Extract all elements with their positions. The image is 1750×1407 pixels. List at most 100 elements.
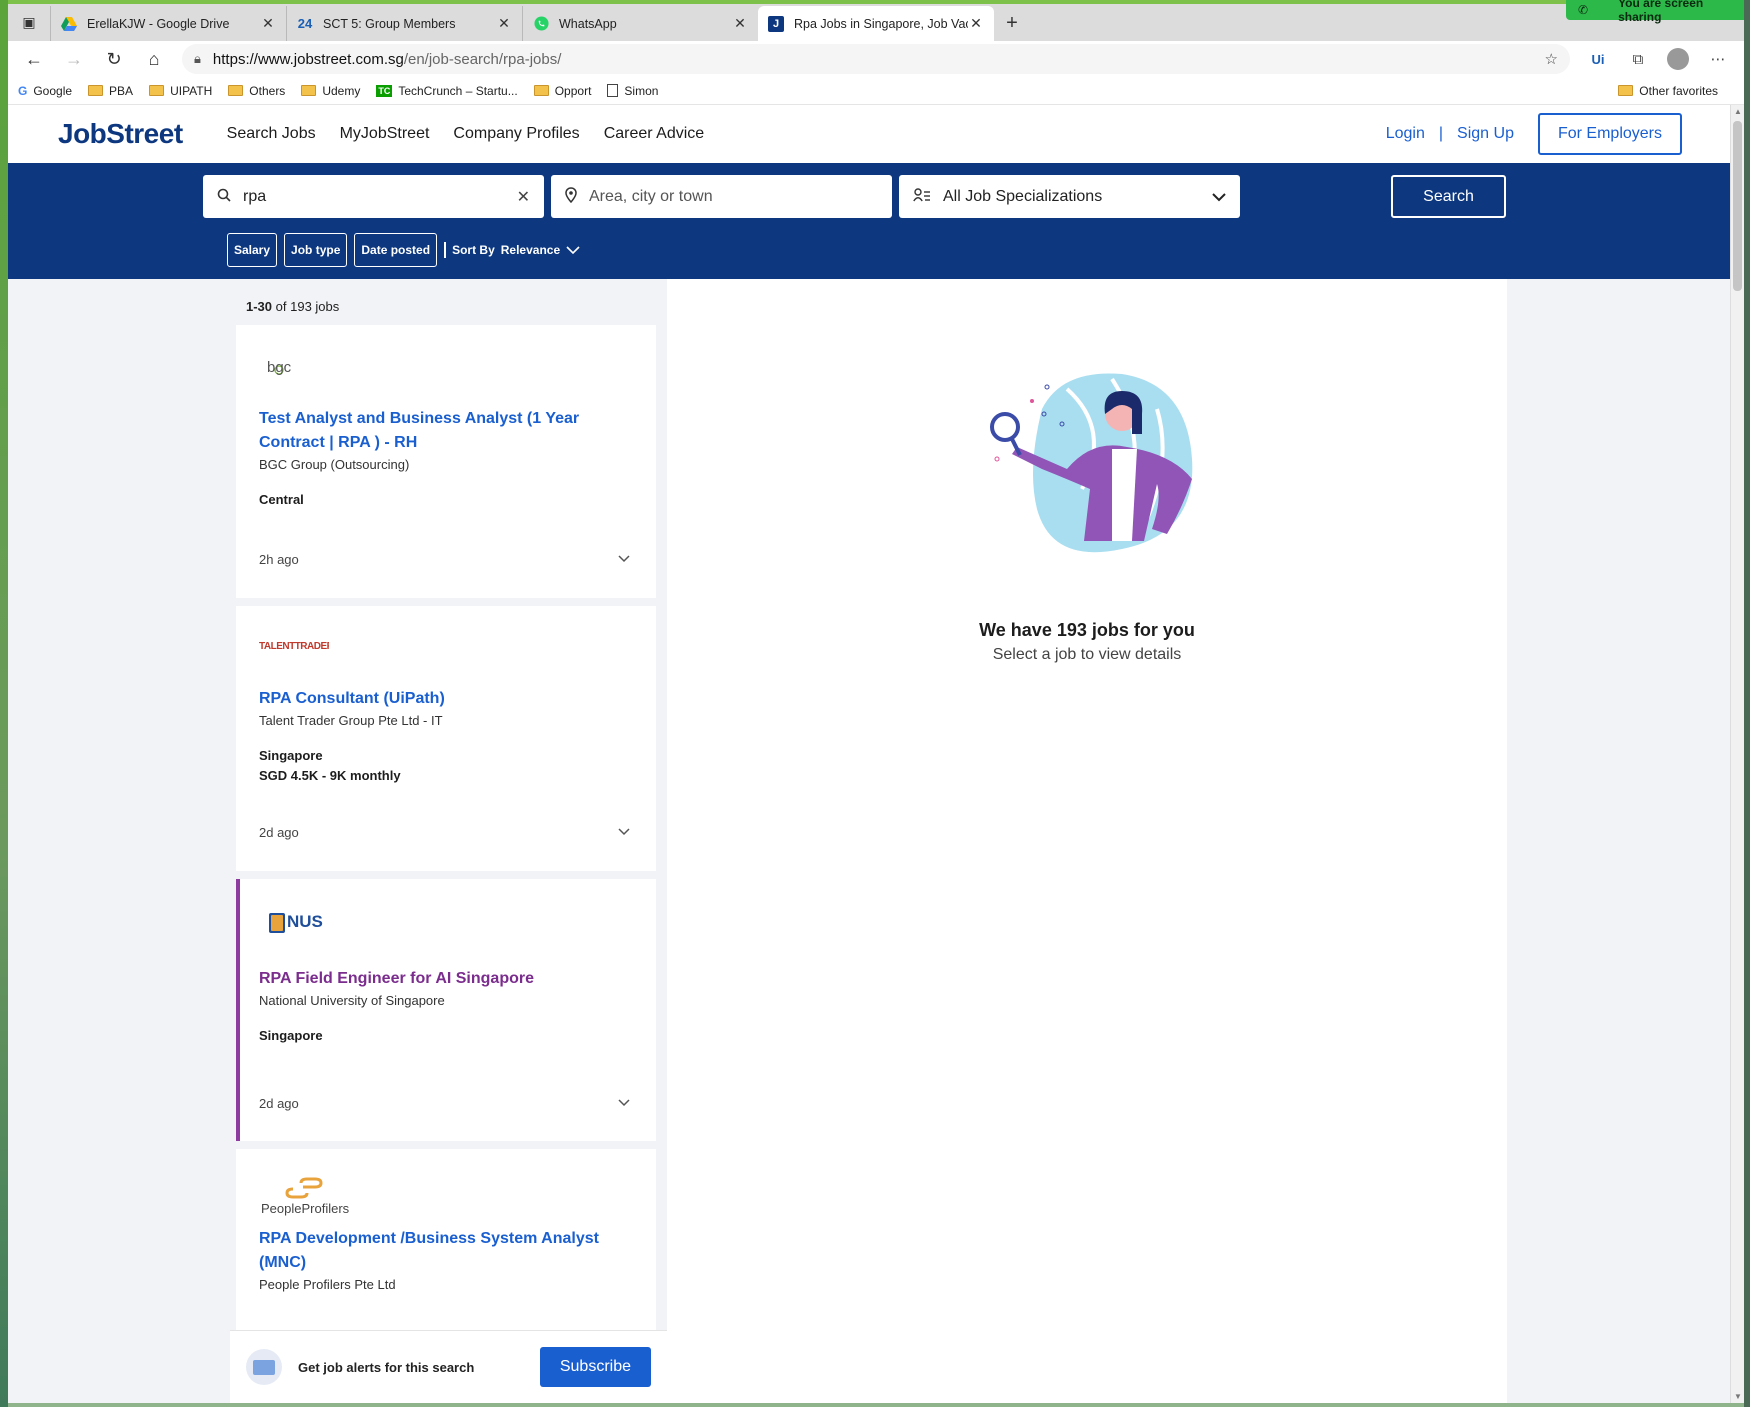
chevron-down-icon [566, 245, 580, 254]
collections-icon[interactable]: ⧉ [1618, 43, 1658, 75]
clear-icon[interactable]: ✕ [517, 187, 530, 207]
location-placeholder: Area, city or town [589, 187, 713, 205]
more-menu-icon[interactable]: ⋯ [1698, 43, 1738, 75]
back-button[interactable]: ← [14, 43, 54, 75]
site-header: JobStreet Search Jobs MyJobStreet Compan… [8, 105, 1730, 163]
reload-button[interactable]: ↻ [94, 43, 134, 75]
job-card[interactable]: TALENTTRADER RPA Consultant (UiPath) Tal… [236, 606, 656, 871]
close-icon[interactable]: ✕ [968, 15, 984, 32]
profile-button[interactable] [1658, 43, 1698, 75]
results-area: 1-30 of 193 jobs bgc Test Analyst and Bu… [8, 279, 1730, 1403]
job-card-selected[interactable]: NUS RPA Field Engineer for AI Singapore … [236, 879, 656, 1141]
company-logo-talent-trader: TALENTTRADER [259, 624, 633, 664]
uipath-extension-icon[interactable]: Ui [1578, 43, 1618, 75]
page-icon [607, 84, 619, 97]
folder-icon [88, 85, 104, 96]
nav-myjobstreet[interactable]: MyJobStreet [340, 125, 430, 143]
job-title-link[interactable]: Test Analyst and Business Analyst (1 Yea… [259, 407, 633, 455]
job-title-link[interactable]: RPA Development /Business System Analyst… [259, 1227, 633, 1275]
company-name[interactable]: BGC Group (Outsourcing) [259, 457, 633, 472]
chevron-down-icon[interactable] [618, 825, 630, 839]
chevron-down-icon[interactable] [618, 552, 630, 566]
login-link[interactable]: Login [1386, 125, 1425, 143]
people-profilers-logo-icon: PeopleProfilers [261, 1177, 350, 1216]
desktop-left-edge [0, 0, 8, 1407]
scrollbar-thumb[interactable] [1733, 121, 1742, 291]
page-scrollbar[interactable]: ▲ ▼ [1730, 105, 1744, 1403]
screen-sharing-label: You are screen sharing [1618, 0, 1704, 24]
folder-icon [149, 85, 165, 96]
bookmark-label: Simon [624, 83, 659, 98]
scroll-down-icon[interactable]: ▼ [1734, 1392, 1742, 1401]
tab-jobstreet[interactable]: J Rpa Jobs in Singapore, Job Vacan ✕ [758, 6, 994, 41]
location-input[interactable]: Area, city or town [551, 175, 892, 218]
sort-dropdown[interactable]: Sort By Relevance [444, 242, 580, 258]
bookmark-udemy[interactable]: Udemy [301, 84, 360, 98]
company-name[interactable]: People Profilers Pte Ltd [259, 1277, 633, 1292]
auth-links: Login | Sign Up For Employers [1386, 113, 1730, 155]
jobstreet-logo[interactable]: JobStreet [58, 118, 183, 150]
svg-text:TALENTTRADER: TALENTTRADER [259, 641, 329, 652]
add-favorite-icon[interactable]: ☆ [1545, 50, 1558, 68]
job-card[interactable]: bgc Test Analyst and Business Analyst (1… [236, 325, 656, 598]
keyword-input[interactable]: rpa ✕ [203, 175, 544, 218]
results-count: 1-30 of 193 jobs [246, 299, 339, 314]
company-logo-bgc: bgc [259, 347, 633, 387]
tab-google-drive[interactable]: ErellaKJW - Google Drive ✕ [50, 6, 286, 41]
search-button[interactable]: Search [1391, 175, 1506, 218]
posted-time: 2d ago [259, 825, 299, 840]
address-bar[interactable]: 🔒︎ https://www.jobstreet.com.sg/en/job-s… [182, 44, 1570, 74]
bookmark-techcrunch[interactable]: TC TechCrunch – Startu... [376, 83, 518, 98]
forward-button[interactable]: → [54, 43, 94, 75]
tab-group-members[interactable]: 24 SCT 5: Group Members ✕ [286, 6, 522, 41]
home-button[interactable]: ⌂ [134, 43, 174, 75]
chevron-down-icon[interactable] [618, 1096, 630, 1110]
person-list-icon [913, 187, 931, 206]
screen-sharing-badge[interactable]: ✆ You are screen sharing [1566, 0, 1744, 24]
avatar [1667, 48, 1689, 70]
bookmark-google[interactable]: G Google [18, 84, 72, 98]
tab-title: Rpa Jobs in Singapore, Job Vacan [794, 16, 968, 31]
tab-whatsapp[interactable]: WhatsApp ✕ [522, 6, 758, 41]
salary-filter[interactable]: Salary [227, 233, 278, 267]
chevron-down-icon [1212, 189, 1226, 205]
company-name[interactable]: Talent Trader Group Pte Ltd - IT [259, 713, 633, 728]
for-employers-button[interactable]: For Employers [1537, 113, 1682, 155]
bookmark-pba[interactable]: PBA [88, 84, 133, 98]
tab-title: ErellaKJW - Google Drive [87, 16, 230, 31]
bookmark-label: PBA [109, 83, 134, 98]
new-tab-button[interactable]: + [994, 6, 1030, 41]
detail-headline: We have 193 jobs for you [979, 620, 1195, 640]
bookmark-opport[interactable]: Opport [533, 84, 591, 98]
bookmark-simon[interactable]: Simon [607, 84, 658, 98]
nav-company-profiles[interactable]: Company Profiles [453, 125, 579, 143]
signup-link[interactable]: Sign Up [1457, 125, 1514, 143]
job-type-filter[interactable]: Job type [284, 233, 348, 267]
bookmark-label: Google [33, 83, 73, 98]
scroll-up-icon[interactable]: ▲ [1734, 107, 1742, 116]
bookmark-uipath[interactable]: UIPATH [149, 84, 212, 98]
job-title-link[interactable]: RPA Consultant (UiPath) [259, 687, 633, 711]
job-card[interactable]: PeopleProfilers RPA Development /Busines… [236, 1149, 656, 1330]
bookmark-other-favorites[interactable]: Other favorites [1618, 84, 1718, 98]
nav-career-advice[interactable]: Career Advice [604, 125, 705, 143]
job-title-link[interactable]: RPA Field Engineer for AI Singapore [259, 967, 633, 991]
close-icon[interactable]: ✕ [260, 15, 276, 32]
sort-prefix: Sort By [452, 243, 495, 257]
nav-search-jobs[interactable]: Search Jobs [227, 125, 316, 143]
lock-icon[interactable]: 🔒︎ [194, 51, 201, 67]
date-posted-filter[interactable]: Date posted [354, 233, 438, 267]
keyword-value: rpa [243, 187, 267, 205]
tab-actions-button[interactable]: ▣ [8, 4, 50, 41]
job-detail-panel: We have 193 jobs for you Select a job to… [667, 279, 1507, 1403]
bookmark-label: Other favorites [1639, 83, 1718, 98]
close-icon[interactable]: ✕ [732, 15, 748, 32]
auth-separator: | [1438, 125, 1444, 142]
company-name[interactable]: National University of Singapore [259, 993, 633, 1008]
bookmark-label: TechCrunch – Startu... [398, 83, 518, 98]
job-title-line: RPA Field Engineer for AI Singapore [259, 970, 534, 987]
subscribe-button[interactable]: Subscribe [539, 1347, 651, 1387]
close-icon[interactable]: ✕ [496, 15, 512, 32]
specialization-select[interactable]: All Job Specializations [899, 175, 1240, 218]
bookmark-others[interactable]: Others [228, 84, 285, 98]
